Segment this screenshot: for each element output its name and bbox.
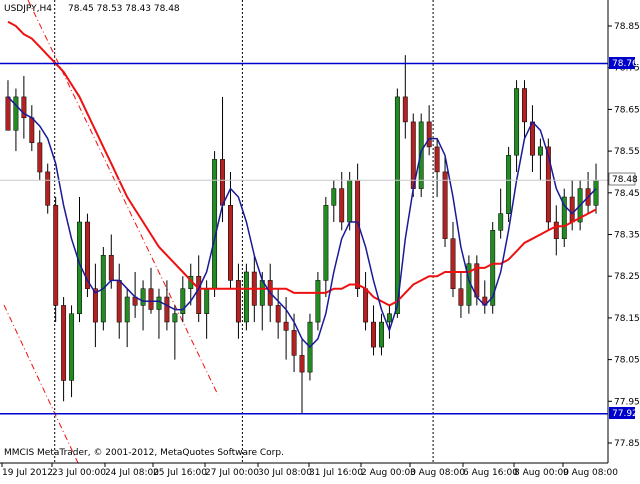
price-tick-label: 78.65 [614, 105, 640, 115]
bull-candle [140, 288, 146, 306]
bull-candle [212, 159, 218, 289]
chart-background [0, 0, 640, 480]
time-tick-label: 6 Aug 16:00 [463, 468, 518, 478]
bear-candle [522, 88, 527, 123]
bull-candle [124, 296, 130, 323]
time-tick-label: 8 Aug 00:00 [514, 468, 569, 478]
price-tick-label: 78.35 [614, 231, 640, 241]
bear-candle [371, 321, 376, 348]
bear-candle [402, 96, 408, 123]
time-tick-label: 31 Jul 16:00 [309, 468, 363, 478]
time-tick-label: 3 Aug 08:00 [410, 468, 465, 478]
price-chart[interactable]: 78.8578.7578.6578.5578.4578.3578.2578.15… [0, 0, 640, 480]
upper-level-label: 78.76 [612, 59, 638, 69]
bear-candle [363, 288, 369, 323]
bull-candle [593, 180, 599, 206]
bear-candle [220, 159, 225, 206]
bull-candle [204, 288, 210, 314]
price-tick-label: 77.95 [614, 397, 640, 407]
bull-candle [13, 96, 19, 131]
bull-candle [394, 96, 400, 314]
bear-candle [458, 288, 464, 306]
price-tick-label: 78.25 [614, 272, 640, 282]
bull-candle [498, 213, 504, 231]
time-tick-label: 23 Jul 00:00 [52, 468, 106, 478]
price-tick-label: 78.55 [614, 147, 640, 157]
bear-candle [275, 305, 281, 323]
bear-candle [283, 321, 289, 331]
time-tick-label: 19 Jul 2012 [2, 468, 53, 478]
bear-candle [53, 205, 59, 306]
bull-candle [331, 188, 337, 206]
price-tick-label: 78.05 [614, 356, 640, 366]
bear-candle [569, 196, 575, 223]
current-price-label: 78.48 [612, 175, 638, 185]
symbol-timeframe: USDJPY,H4 [4, 4, 52, 14]
bull-candle [514, 88, 520, 156]
bear-candle [553, 221, 559, 239]
bear-candle [355, 180, 361, 289]
copyright-text: MMCIS MetaTrader, © 2001-2012, MetaQuote… [4, 448, 284, 458]
bull-candle [315, 280, 321, 323]
bull-candle [323, 205, 329, 281]
bull-candle [506, 155, 512, 214]
time-tick-label: 24 Jul 08:00 [105, 468, 159, 478]
bear-candle [228, 205, 233, 281]
chart-window[interactable]: 78.8578.7578.6578.5578.4578.3578.2578.15… [0, 0, 640, 480]
bull-candle [172, 313, 178, 323]
bear-candle [29, 117, 35, 143]
bull-candle [347, 180, 353, 223]
time-tick-label: 2 Aug 00:00 [361, 468, 416, 478]
bear-candle [116, 280, 122, 323]
time-tick-label: 27 Jul 00:00 [205, 468, 259, 478]
time-tick-label: 30 Jul 08:00 [258, 468, 312, 478]
bear-candle [426, 121, 432, 148]
price-tick-label: 78.45 [614, 189, 640, 199]
bull-candle [69, 313, 75, 381]
price-tick-label: 77.85 [614, 439, 640, 449]
bull-candle [243, 271, 249, 323]
bull-candle [537, 146, 543, 156]
bear-candle [442, 171, 448, 239]
bear-candle [61, 305, 67, 381]
time-tick-label: 25 Jul 16:00 [153, 468, 207, 478]
bear-candle [37, 142, 43, 173]
bull-candle [156, 296, 162, 310]
bear-candle [339, 188, 345, 223]
bear-candle [530, 121, 535, 156]
bear-candle [450, 238, 456, 289]
bear-candle [45, 171, 51, 206]
bear-candle [235, 280, 241, 323]
bear-candle [196, 275, 202, 314]
bear-candle [5, 96, 11, 131]
bear-candle [164, 296, 170, 323]
bear-candle [148, 288, 154, 310]
bear-candle [299, 355, 305, 373]
price-tick-label: 78.15 [614, 314, 640, 324]
price-tick-label: 78.85 [614, 22, 640, 32]
bear-candle [434, 146, 440, 173]
time-tick-label: 9 Aug 08:00 [563, 468, 618, 478]
bull-candle [386, 313, 392, 323]
ohlc-values: 78.45 78.53 78.43 78.48 [68, 4, 180, 14]
bear-candle [108, 255, 114, 281]
lower-level-label: 77.92 [612, 409, 638, 419]
bear-candle [291, 330, 297, 356]
bull-candle [379, 321, 384, 348]
